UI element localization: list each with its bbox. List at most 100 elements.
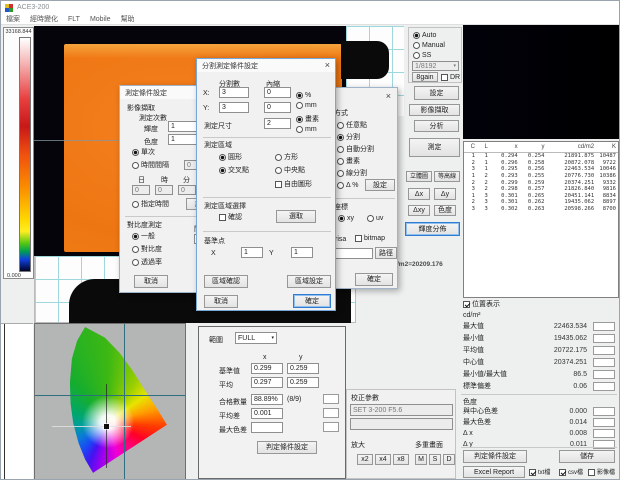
table-row[interactable]: 330.3020.26320598.2668700 xyxy=(464,206,618,213)
base-x-field[interactable]: 1 xyxy=(241,247,263,258)
table-row[interactable]: 320.2980.25721826.8409816 xyxy=(464,186,618,193)
radio-mm-unit[interactable]: mm xyxy=(296,126,317,133)
table-row[interactable]: 220.2990.25920374.2519332 xyxy=(464,179,618,186)
calibration-preset2-field[interactable] xyxy=(350,418,453,430)
base-y-field[interactable]: 1 xyxy=(291,247,313,258)
radio-center-point[interactable]: 中央點 xyxy=(275,167,305,174)
multi-d-button[interactable]: D xyxy=(443,454,455,465)
menu-timecourse[interactable]: 經時變化 xyxy=(25,14,63,24)
solid-view-button[interactable]: 立體圖 xyxy=(406,171,432,182)
zoom-x8-button[interactable]: x8 xyxy=(393,454,409,465)
chroma-button[interactable]: 色度 xyxy=(434,205,456,216)
luminance-distribution-button[interactable]: 輝度分佈 xyxy=(405,222,460,236)
radio-mm[interactable]: mm xyxy=(296,102,317,109)
hour-field[interactable]: 0 xyxy=(155,185,173,195)
shutter-select[interactable]: 1/8192▾ xyxy=(412,61,459,71)
radio-contrast[interactable]: 對比度 xyxy=(132,246,162,253)
x-inset-field[interactable]: 0 xyxy=(264,87,291,98)
csv-file-checkbox[interactable]: csv檔 xyxy=(559,469,583,476)
delta-y-button[interactable]: Δy xyxy=(434,188,456,200)
radio-xy[interactable]: xy xyxy=(338,215,354,222)
ref-y-field[interactable]: 0.259 xyxy=(287,363,319,374)
confirm-checkbox[interactable]: 確認 xyxy=(219,214,242,221)
table-row[interactable]: 210.2960.25820872.0789722 xyxy=(464,160,618,167)
radio-schedule[interactable]: 指定時間 xyxy=(132,201,169,208)
radio-single[interactable]: 單次 xyxy=(132,149,155,156)
radio-auto[interactable]: Auto xyxy=(413,32,436,39)
multi-m-button[interactable]: M xyxy=(415,454,427,465)
save-button[interactable]: 儲存 xyxy=(559,450,615,463)
menu-help[interactable]: 幫助 xyxy=(116,14,140,24)
zoom-x4-button[interactable]: x4 xyxy=(375,454,391,465)
path-field[interactable] xyxy=(335,248,373,259)
menu-file[interactable]: 檔案 xyxy=(1,14,25,24)
x-division-field[interactable]: 3 xyxy=(219,87,249,98)
delta-xy-button[interactable]: Δxy xyxy=(408,205,430,216)
radio-uv[interactable]: uv xyxy=(367,215,383,222)
radio-normal[interactable]: 一般 xyxy=(132,233,155,240)
radio-transmit[interactable]: 透過率 xyxy=(132,259,162,266)
radio-percent[interactable]: % xyxy=(296,92,311,99)
size-field[interactable]: 2 xyxy=(264,118,291,129)
radio-interval[interactable]: 時間間隔 xyxy=(132,162,169,169)
delta-x-button[interactable]: Δx xyxy=(408,188,430,200)
zoom-x2-button[interactable]: x2 xyxy=(357,454,373,465)
avg-x-field[interactable]: 0.297 xyxy=(251,377,283,388)
judge-condition-button[interactable]: 判定條件設定 xyxy=(257,441,317,454)
radio-ss[interactable]: SS xyxy=(413,52,431,59)
ok-button[interactable]: 確定 xyxy=(355,273,393,286)
cie-chromaticity-diagram[interactable] xyxy=(34,323,186,480)
radio-auto-split[interactable]: 自動分割 xyxy=(337,146,374,153)
white-point-marker[interactable] xyxy=(104,424,109,429)
radio-line-split[interactable]: 線分割 xyxy=(337,170,367,177)
cancel-button[interactable]: 取消 xyxy=(204,295,238,308)
close-icon[interactable]: × xyxy=(325,61,330,70)
table-row[interactable]: 130.3010.26520451.1418834 xyxy=(464,193,618,200)
calibration-preset-field[interactable]: SET 3-200 F5.6 xyxy=(350,404,453,416)
txt-file-checkbox[interactable]: txt檔 xyxy=(529,469,550,476)
radio-any-point[interactable]: 任意點 xyxy=(337,122,367,129)
ref-x-field[interactable]: 0.299 xyxy=(251,363,283,374)
area-confirm-button[interactable]: 區域確認 xyxy=(204,275,248,288)
radio-circle[interactable]: 圓形 xyxy=(219,154,242,161)
capture-button[interactable]: 影像擷取 xyxy=(409,104,460,116)
radio-square[interactable]: 方形 xyxy=(275,154,298,161)
excel-report-button[interactable]: Excel Report xyxy=(463,466,525,478)
method-set-button[interactable]: 設定 xyxy=(365,179,395,191)
radio-cross-point[interactable]: 交叉點 xyxy=(219,167,249,174)
settings-button[interactable]: 設定 xyxy=(414,86,459,100)
position-display-checkbox[interactable]: 位置表示 xyxy=(463,301,500,308)
avg-y-field[interactable]: 0.259 xyxy=(287,377,319,388)
table-row[interactable]: 310.2950.25622463.53410046 xyxy=(464,166,618,173)
radio-split[interactable]: 分割 xyxy=(337,134,360,141)
table-row[interactable]: 120.2930.25520776.73010386 xyxy=(464,173,618,180)
dialog-title-bar[interactable]: 分割測定條件設定 × xyxy=(197,59,335,72)
measure-button[interactable]: 測定 xyxy=(409,138,460,157)
minute-field[interactable]: 0 xyxy=(178,185,196,195)
bitmap-checkbox[interactable]: bitmap xyxy=(355,235,385,242)
judge-condition-button[interactable]: 判定條件設定 xyxy=(463,450,527,463)
image-file-checkbox[interactable]: 影像檔 xyxy=(588,469,615,476)
dr-checkbox[interactable]: DR xyxy=(441,74,460,81)
range-select[interactable]: FULL▾ xyxy=(235,332,277,344)
y-inset-field[interactable]: 0 xyxy=(264,102,291,113)
measurement-table[interactable]: CLxycd/m2K 110.2940.25421891.87510487 21… xyxy=(463,141,619,298)
menu-flt[interactable]: FLT xyxy=(63,16,85,23)
secondary-image-preview[interactable] xyxy=(463,25,620,139)
gain-button[interactable]: 8gain xyxy=(412,72,438,82)
radio-pixel-unit[interactable]: 畫素 xyxy=(296,116,319,123)
table-row[interactable]: 230.3010.26219435.0628897 xyxy=(464,199,618,206)
day-field[interactable]: 0 xyxy=(132,185,150,195)
radio-manual[interactable]: Manual xyxy=(413,42,445,49)
radio-delta-pct[interactable]: Δ % xyxy=(337,182,358,189)
radio-pixel[interactable]: 畫素 xyxy=(337,158,360,165)
menu-mobile[interactable]: Mobile xyxy=(85,16,116,23)
table-row[interactable]: 110.2940.25421891.87510487 xyxy=(464,153,618,160)
analyze-button[interactable]: 分析 xyxy=(414,120,459,132)
cancel-button[interactable]: 取消 xyxy=(134,275,168,288)
contour-button[interactable]: 等高線 xyxy=(434,171,460,182)
multi-s-button[interactable]: S xyxy=(429,454,441,465)
ok-button[interactable]: 確定 xyxy=(293,294,331,308)
area-set-button[interactable]: 區域設定 xyxy=(287,275,331,288)
y-division-field[interactable]: 3 xyxy=(219,102,249,113)
